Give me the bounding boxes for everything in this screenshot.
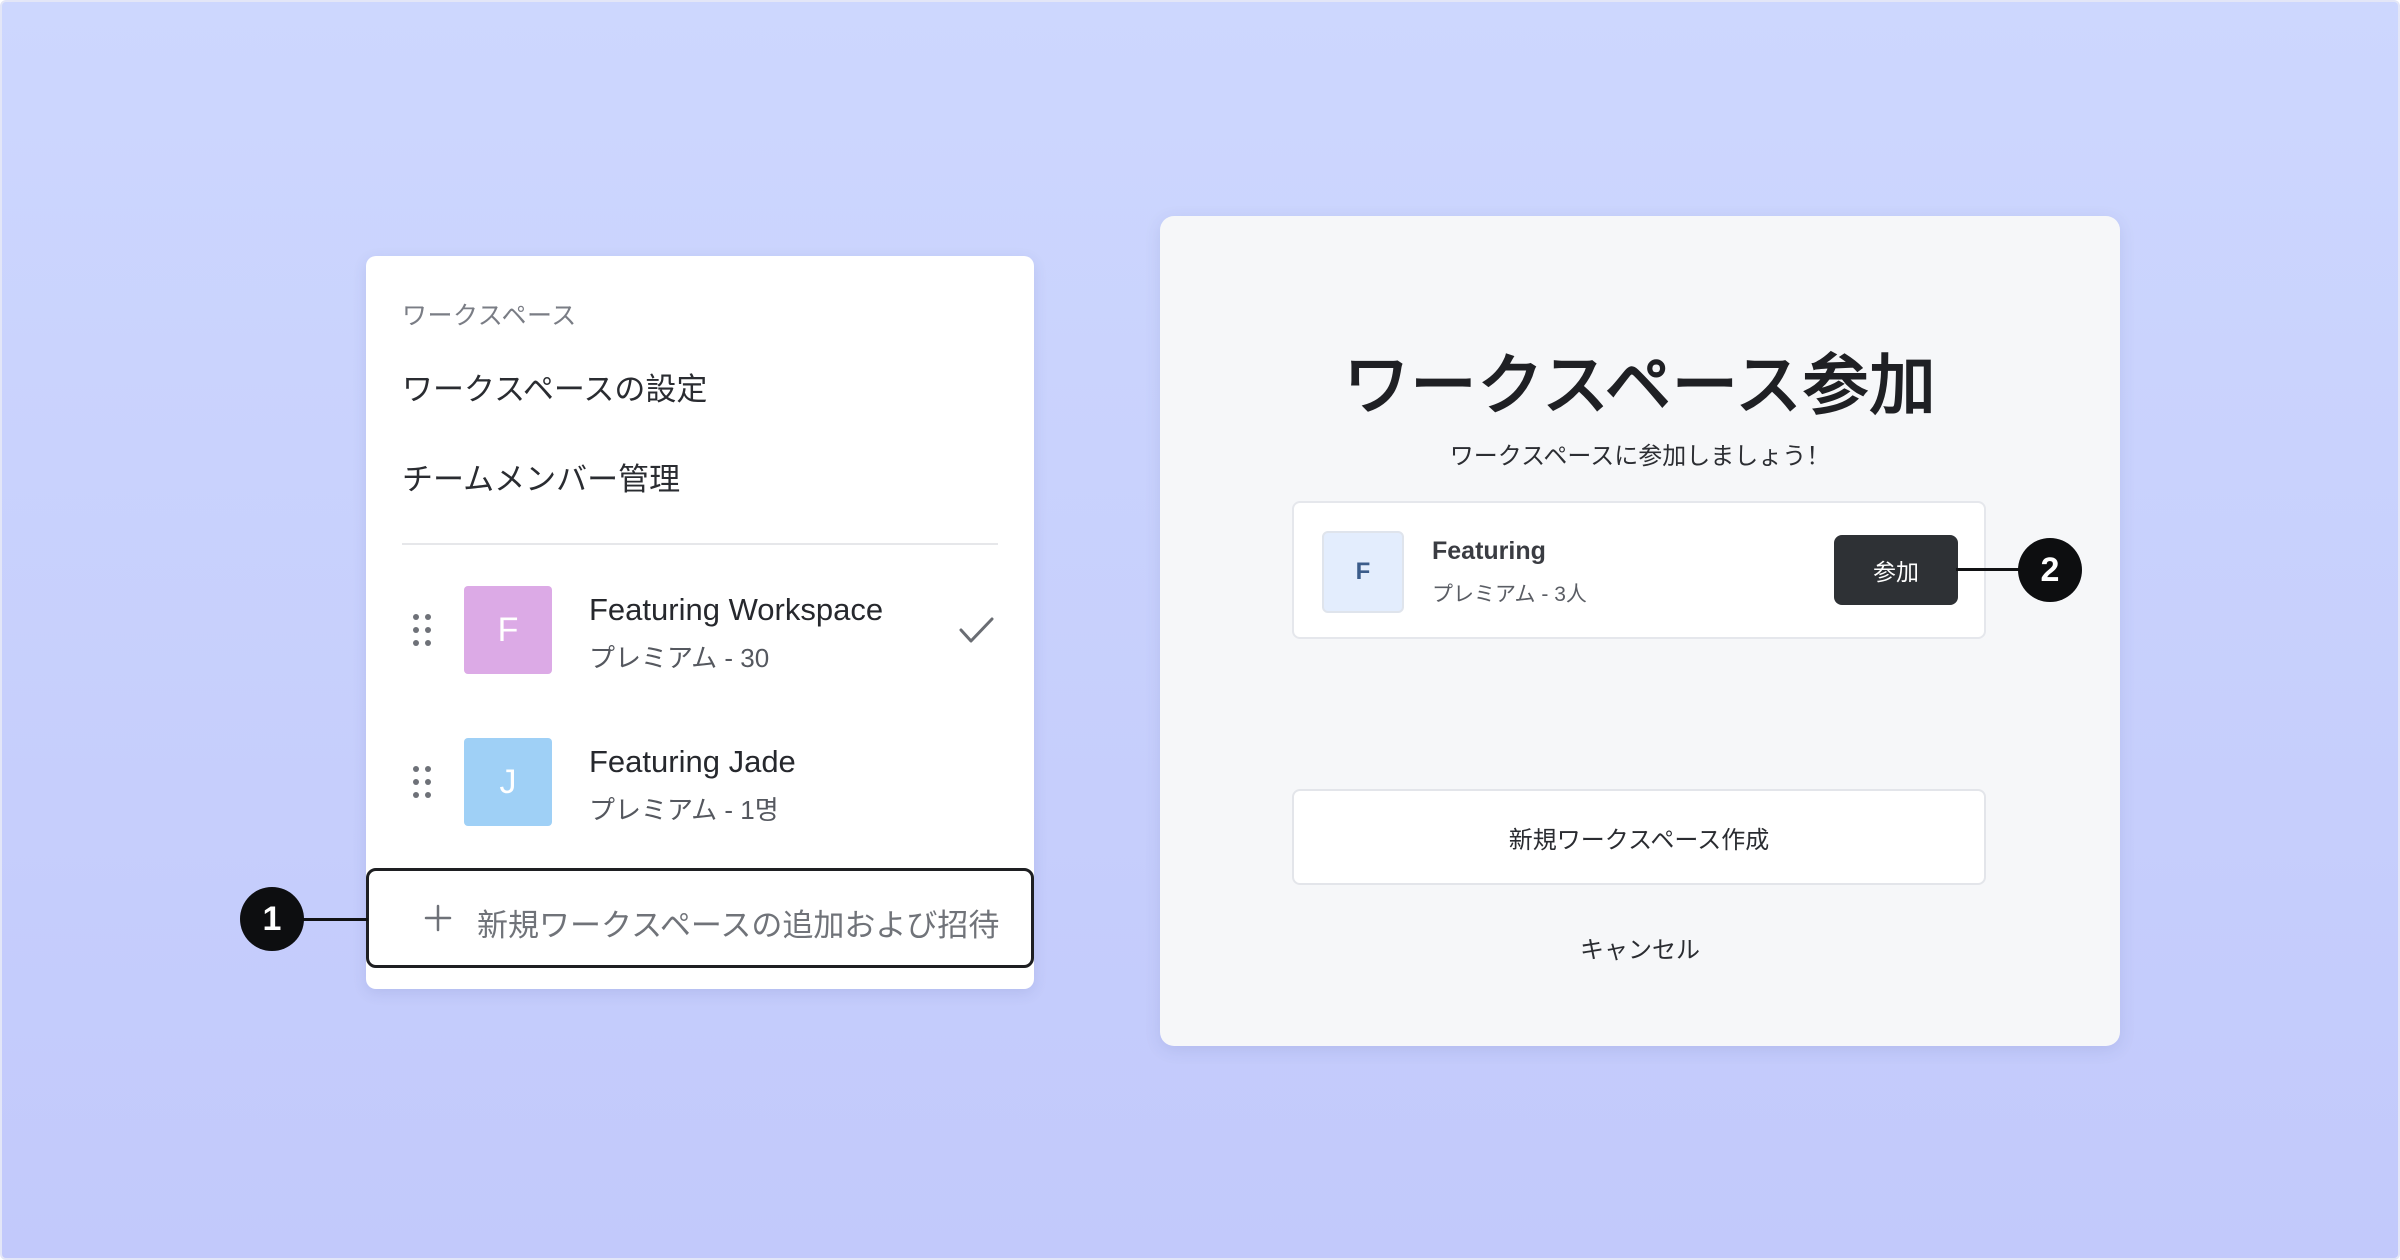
workspace-item-featuring-jade[interactable]: J Featuring Jade プレミアム - 1명 — [366, 738, 1034, 834]
canvas: ワークスペース ワークスペースの設定 チームメンバー管理 F Featuring… — [0, 0, 2400, 1260]
dialog-subtitle: ワークスペースに参加しましょう！ — [1449, 443, 1831, 470]
workspace-name: Featuring Jade — [589, 744, 796, 779]
menu-item-team-members[interactable]: チームメンバー管理 — [402, 454, 680, 499]
add-workspace-button[interactable]: 新規ワークスペースの追加および招待 — [366, 868, 1034, 968]
menu-item-workspace-settings[interactable]: ワークスペースの設定 — [402, 364, 707, 409]
join-button[interactable]: 参加 — [1834, 535, 1958, 605]
workspace-menu: ワークスペース ワークスペースの設定 チームメンバー管理 F Featuring… — [366, 256, 1034, 989]
dialog-title: ワークスペース参加 — [1343, 348, 1937, 422]
workspace-name: Featuring — [1432, 537, 1546, 565]
drag-handle-icon[interactable] — [413, 614, 431, 646]
workspace-invite-card: F Featuring プレミアム - 3人 参加 — [1292, 501, 1986, 639]
create-workspace-button[interactable]: 新規ワークスペース作成 — [1292, 789, 1986, 885]
menu-divider — [402, 543, 998, 545]
workspace-avatar: J — [464, 738, 552, 826]
workspace-plan: プレミアム - 3人 — [1432, 583, 1587, 606]
drag-handle-icon[interactable] — [413, 766, 431, 798]
workspace-avatar: F — [1322, 531, 1404, 613]
callout-badge-2: 2 — [2018, 538, 2082, 602]
callout-connector — [302, 918, 368, 921]
menu-section-title: ワークスペース — [402, 302, 577, 330]
workspace-avatar: F — [464, 586, 552, 674]
workspace-plan: プレミアム - 1명 — [589, 795, 779, 825]
cancel-button[interactable]: キャンセル — [1160, 930, 2120, 965]
workspace-item-featuring-workspace[interactable]: F Featuring Workspace プレミアム - 30 — [366, 586, 1034, 682]
plus-icon — [424, 904, 452, 932]
callout-connector — [1956, 568, 2020, 571]
check-icon — [959, 617, 994, 643]
workspace-plan: プレミアム - 30 — [589, 643, 770, 673]
workspace-name: Featuring Workspace — [589, 592, 884, 627]
join-workspace-dialog: ワークスペース参加 ワークスペースに参加しましょう！ F Featuring プ… — [1160, 216, 2120, 1046]
add-workspace-label: 新規ワークスペースの追加および招待 — [477, 908, 1000, 943]
callout-badge-1: 1 — [240, 887, 304, 951]
